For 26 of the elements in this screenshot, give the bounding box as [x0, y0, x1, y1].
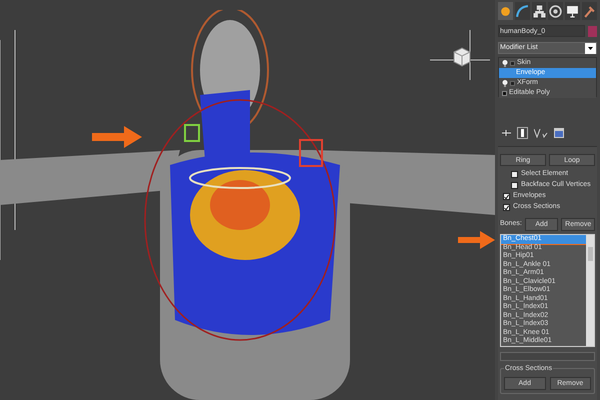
collapse-icon[interactable]: [510, 60, 515, 66]
checkbox[interactable]: [503, 204, 510, 211]
text-field[interactable]: [500, 352, 595, 361]
collapse-icon[interactable]: [510, 80, 515, 86]
checkbox[interactable]: [503, 193, 510, 200]
bulb-icon[interactable]: [502, 80, 508, 86]
panel-tab[interactable]: [548, 2, 564, 20]
checkbox[interactable]: [511, 171, 518, 178]
panel-tab[interactable]: [532, 2, 546, 20]
arrow-icon: [458, 231, 495, 249]
panel-tab[interactable]: [514, 2, 530, 20]
object-color-swatch[interactable]: [588, 26, 597, 36]
hierarchy-icon: [532, 4, 546, 18]
monitor-icon: [566, 4, 580, 18]
bulb-icon[interactable]: [502, 60, 508, 66]
arrow-icon: [92, 126, 142, 148]
scrollbar[interactable]: [586, 235, 594, 346]
bar-icon[interactable]: [517, 127, 528, 139]
sun-icon: [498, 4, 512, 18]
disc-icon: [549, 4, 562, 18]
expand-icon[interactable]: [502, 90, 507, 96]
checkbox[interactable]: [511, 182, 518, 189]
caret-icon: [588, 46, 593, 50]
panel-tab[interactable]: [565, 2, 580, 20]
hammer-icon: [583, 4, 596, 18]
curve-icon: [516, 4, 529, 18]
